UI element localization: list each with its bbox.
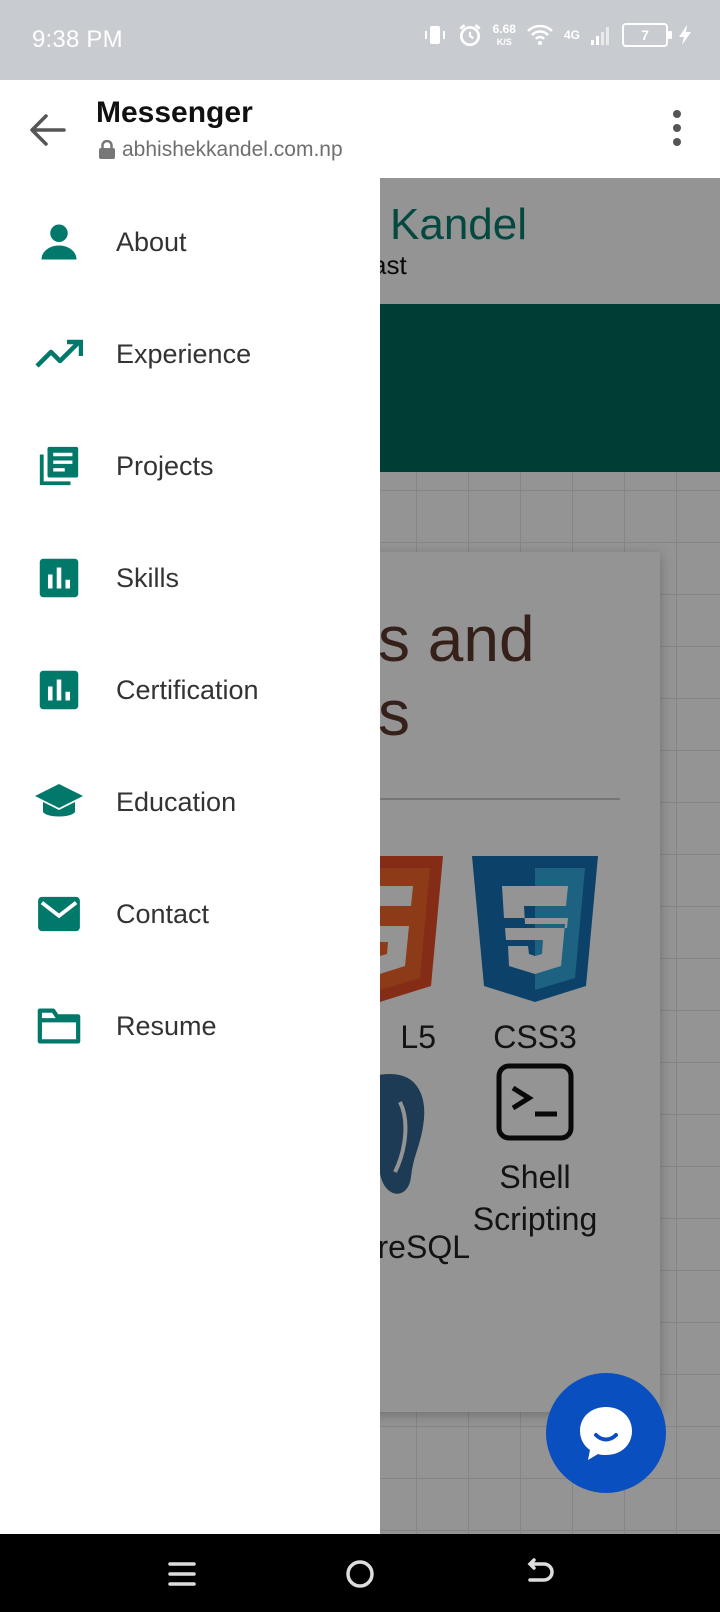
mail-icon xyxy=(32,890,86,938)
charging-icon xyxy=(679,25,691,45)
navigation-drawer: About Experience Projects Skills Certifi… xyxy=(0,178,380,1534)
drawer-item-resume[interactable]: Resume xyxy=(0,978,380,1074)
drawer-scrim[interactable] xyxy=(380,178,720,1534)
drawer-item-label: Skills xyxy=(116,562,180,593)
drawer-item-contact[interactable]: Contact xyxy=(0,866,380,962)
wifi-icon xyxy=(527,24,553,45)
drawer-item-skills[interactable]: Skills xyxy=(0,530,380,626)
net-speed-value: 6.68 xyxy=(492,21,516,36)
system-nav-bar xyxy=(0,1534,720,1612)
lock-icon xyxy=(99,140,115,159)
trending-up-icon xyxy=(32,330,86,378)
battery-icon: 7 xyxy=(622,23,672,47)
drawer-item-projects[interactable]: Projects xyxy=(0,418,380,514)
school-icon xyxy=(32,778,86,826)
status-icons: 6.68 K/S 4G 7 xyxy=(423,22,692,48)
person-icon xyxy=(32,218,86,266)
drawer-item-about[interactable]: About xyxy=(0,194,380,290)
drawer-item-education[interactable]: Education xyxy=(0,754,380,850)
net-speed-unit: K/S xyxy=(496,36,512,47)
drawer-item-certification[interactable]: Certification xyxy=(0,642,380,738)
alarm-icon xyxy=(459,24,481,47)
chat-bubble-icon xyxy=(580,1407,632,1460)
recents-menu-icon[interactable] xyxy=(160,1552,204,1596)
folder-icon xyxy=(32,1002,86,1050)
drawer-item-label: About xyxy=(116,226,187,257)
bar-chart-icon xyxy=(32,554,86,602)
overflow-menu-icon[interactable] xyxy=(670,108,684,148)
back-arrow-icon[interactable] xyxy=(24,106,72,154)
drawer-item-label: Experience xyxy=(116,338,252,369)
back-icon[interactable] xyxy=(518,1552,562,1596)
messenger-chat-button[interactable] xyxy=(546,1373,666,1493)
battery-level: 7 xyxy=(641,27,649,43)
drawer-item-experience[interactable]: Experience xyxy=(0,306,380,402)
drawer-item-label: Education xyxy=(116,786,237,817)
network-type: 4G xyxy=(563,28,580,42)
drawer-item-label: Projects xyxy=(116,450,214,481)
vibrate-icon xyxy=(424,26,445,44)
url-text: abhishekkandel.com.np xyxy=(122,138,343,161)
drawer-item-label: Certification xyxy=(116,674,259,705)
url-bar[interactable]: abhishekkandel.com.np xyxy=(98,138,343,162)
status-bar: 9:38 PM 6.68 K/S 4G 7 xyxy=(0,0,720,80)
home-icon[interactable] xyxy=(338,1552,382,1596)
library-books-icon xyxy=(32,442,86,490)
signal-icon xyxy=(591,27,609,45)
drawer-item-label: Resume xyxy=(116,1010,217,1041)
drawer-item-label: Contact xyxy=(116,898,210,929)
browser-header: Messenger abhishekkandel.com.np xyxy=(0,80,720,179)
page-title: Messenger xyxy=(96,96,253,129)
bar-chart-icon xyxy=(32,666,86,714)
status-time: 9:38 PM xyxy=(32,26,123,53)
net-speed: 6.68 K/S xyxy=(493,23,516,48)
